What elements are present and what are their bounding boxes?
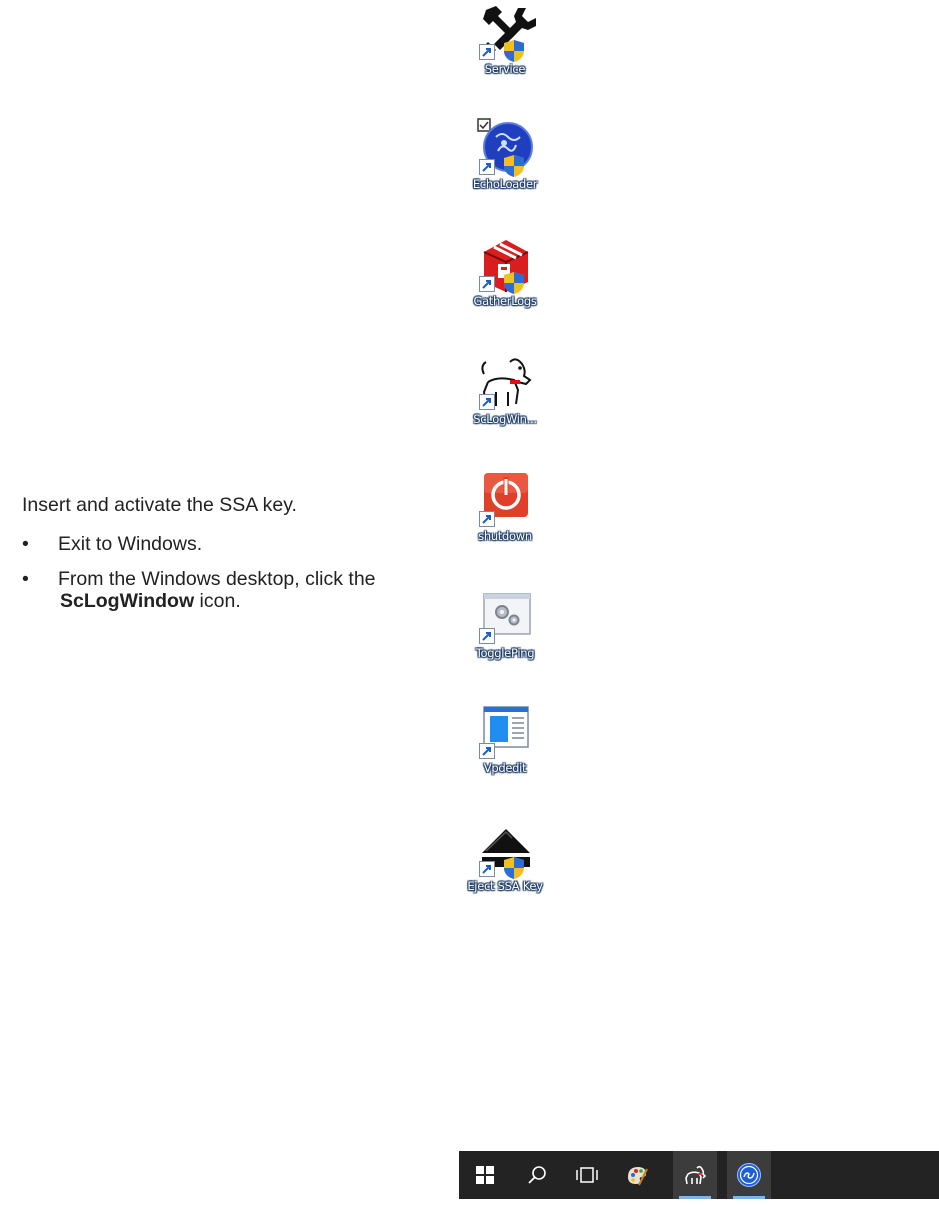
active-indicator (679, 1196, 711, 1199)
power-icon (474, 469, 536, 531)
shortcut-arrow-icon (479, 861, 495, 877)
search-button[interactable] (515, 1151, 559, 1199)
shortcut-arrow-icon (479, 394, 495, 410)
shortcut-arrow-icon (479, 628, 495, 644)
desktop-icon-eject-ssa-key[interactable]: Eject SSA Key (450, 819, 560, 893)
step-text: Exit to Windows. (58, 533, 203, 555)
icon-label: Vpdedit (483, 761, 527, 775)
sclogwindow-emphasis: ScLogWindow (60, 590, 195, 612)
gatherlogs-box-icon (474, 234, 536, 296)
intro-text: Insert and activate the SSA key. (22, 494, 297, 516)
uac-shield-icon (502, 856, 526, 880)
step-list: • Exit to Windows. • From the Windows de… (22, 533, 422, 612)
desktop-icon-toggleping[interactable]: TogglePing (450, 586, 560, 660)
shortcut-arrow-icon (479, 44, 495, 60)
uac-shield-icon (502, 39, 526, 63)
bullet: • (22, 533, 29, 555)
sclogwindow-app-button[interactable] (673, 1151, 717, 1199)
desktop-icon-shutdown[interactable]: shutdown (450, 469, 560, 543)
step-text-pre: From the Windows desktop, click the (58, 568, 376, 590)
windows-logo-icon (476, 1166, 494, 1184)
document-editor-icon (474, 701, 536, 763)
task-view-button[interactable] (565, 1151, 609, 1199)
service-tools-icon (474, 2, 536, 64)
icon-label: TogglePing (475, 646, 535, 660)
desktop-icon-vpdedit[interactable]: Vpdedit (450, 701, 560, 775)
step-item: • From the Windows desktop, click the Sc… (22, 568, 422, 612)
uac-shield-icon (502, 271, 526, 295)
paint-palette-icon (628, 1167, 648, 1186)
ge-app-button[interactable] (727, 1151, 771, 1199)
bullet: • (22, 568, 29, 590)
instructions-panel: Insert and activate the SSA key. • Exit … (22, 494, 422, 625)
step-text-post: icon. (194, 590, 241, 612)
search-icon (528, 1166, 546, 1184)
task-view-icon (576, 1167, 598, 1183)
desktop-icon-sclogwindow[interactable]: ScLogWin... (450, 352, 560, 426)
icon-label: GatherLogs (473, 294, 537, 308)
eject-icon (474, 819, 536, 881)
ge-logo-icon (737, 1163, 761, 1187)
gears-window-icon (474, 586, 536, 648)
sclogwindow-dog-icon (474, 352, 536, 414)
shortcut-arrow-icon (479, 159, 495, 175)
icon-label: ScLogWin... (473, 412, 537, 426)
icon-label: Eject SSA Key (467, 879, 543, 893)
paint-app-button[interactable] (615, 1151, 659, 1199)
echoloader-globe-icon (474, 117, 536, 179)
start-button[interactable] (463, 1151, 507, 1199)
active-indicator (733, 1196, 765, 1199)
step-item: • Exit to Windows. (22, 533, 422, 555)
shortcut-arrow-icon (479, 743, 495, 759)
icon-label: EchoLoader (472, 177, 538, 191)
sclogwindow-dog-icon (685, 1165, 707, 1185)
desktop-icon-service[interactable]: Service (450, 2, 560, 76)
step-text: From the Windows desktop, click the ScLo… (58, 568, 385, 612)
taskbar (459, 1151, 939, 1199)
desktop-icon-gatherlogs[interactable]: GatherLogs (450, 234, 560, 308)
icon-label: Service (484, 62, 526, 76)
shortcut-arrow-icon (479, 511, 495, 527)
icon-label: shutdown (478, 529, 532, 543)
uac-shield-icon (502, 154, 526, 178)
desktop-icon-echoloader[interactable]: EchoLoader (450, 117, 560, 191)
shortcut-arrow-icon (479, 276, 495, 292)
